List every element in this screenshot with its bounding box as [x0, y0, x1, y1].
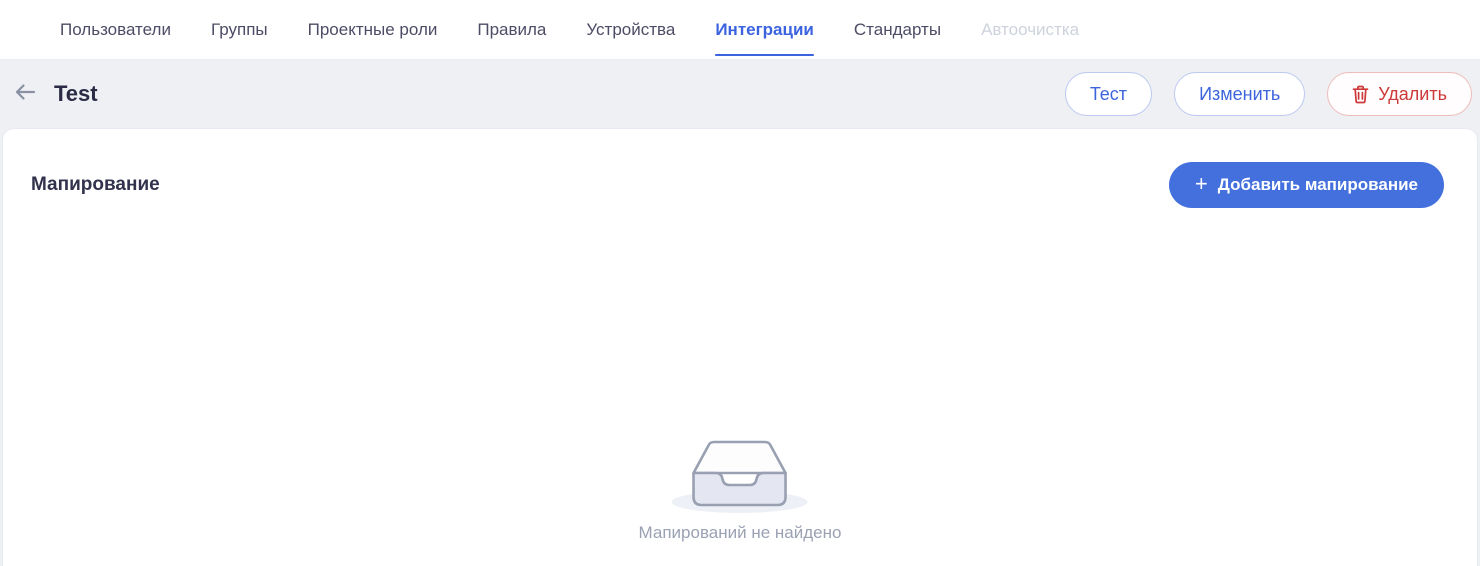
tab-groups[interactable]: Группы	[211, 0, 268, 59]
arrow-left-icon	[13, 82, 37, 107]
tab-project-roles[interactable]: Проектные роли	[308, 0, 438, 59]
card-head: Мапирование + Добавить мапирование	[3, 129, 1477, 208]
content-card: Мапирование + Добавить мапирование Мапир…	[2, 128, 1478, 566]
tab-standards[interactable]: Стандарты	[854, 0, 941, 59]
page-title: Test	[54, 81, 98, 106]
test-button[interactable]: Тест	[1064, 72, 1153, 116]
empty-state: Мапирований не найдено	[638, 423, 842, 543]
tab-integrations[interactable]: Интеграции	[715, 0, 814, 59]
test-button-label: Тест	[1089, 83, 1128, 104]
tab-rules[interactable]: Правила	[477, 0, 546, 59]
empty-state-message: Мапирований не найдено	[638, 523, 842, 542]
tab-devices[interactable]: Устройства	[586, 0, 675, 59]
tab-users[interactable]: Пользователи	[60, 0, 171, 59]
add-mapping-button-label: Добавить мапирование	[1217, 175, 1418, 194]
add-mapping-button[interactable]: + Добавить мапирование	[1168, 162, 1444, 208]
delete-button[interactable]: Удалить	[1327, 72, 1472, 116]
tab-autocleanup[interactable]: Автоочистка	[981, 0, 1079, 59]
edit-button[interactable]: Изменить	[1174, 72, 1306, 116]
empty-inbox-icon	[639, 423, 842, 515]
section-title: Мапирование	[31, 174, 160, 195]
plus-icon: +	[1194, 171, 1208, 196]
header-actions: Тест Изменить Удалить	[1064, 72, 1472, 116]
top-tab-bar: Пользователи Группы Проектные роли Прави…	[0, 0, 1480, 60]
page-header: Test Тест Изменить Удалить	[0, 60, 1480, 128]
delete-button-label: Удалить	[1378, 83, 1447, 104]
back-button[interactable]	[8, 77, 42, 111]
edit-button-label: Изменить	[1199, 83, 1281, 104]
trash-icon	[1352, 85, 1369, 104]
